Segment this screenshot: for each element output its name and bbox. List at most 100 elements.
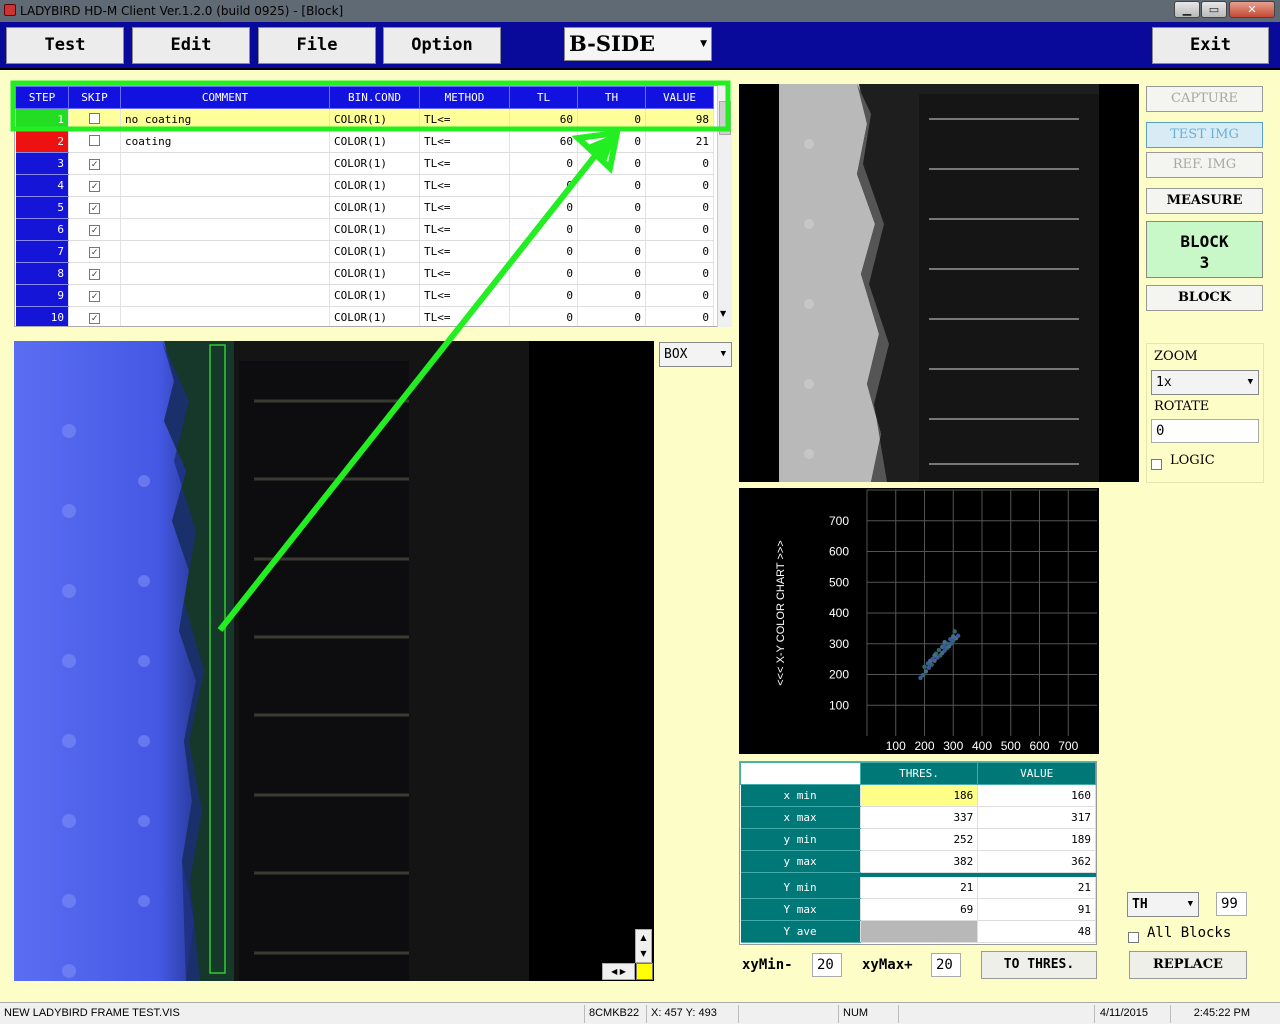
cell-comment[interactable]: coating bbox=[120, 130, 330, 153]
maximize-button[interactable]: ▭ bbox=[1201, 1, 1227, 18]
cell-tl[interactable]: 0 bbox=[509, 174, 578, 197]
cell-bin[interactable]: COLOR(1) bbox=[329, 174, 420, 197]
image-hscroll[interactable]: ◀ ▶ bbox=[602, 963, 635, 980]
all-blocks-checkbox[interactable] bbox=[1128, 928, 1139, 947]
cell-bin[interactable]: COLOR(1) bbox=[329, 152, 420, 175]
thres-cell-thres[interactable]: 337 bbox=[860, 806, 979, 829]
cell-th[interactable]: 0 bbox=[577, 284, 646, 307]
column-header[interactable]: SKIP bbox=[68, 86, 121, 109]
checkbox-checked-icon[interactable]: ✓ bbox=[89, 225, 100, 236]
cell-value[interactable]: 0 bbox=[645, 262, 714, 285]
column-header[interactable]: STEP bbox=[15, 86, 69, 109]
skip-checkbox-cell[interactable]: ✓ bbox=[68, 218, 121, 241]
grid-scrollbar[interactable]: ▼ bbox=[717, 85, 732, 327]
test-img-button[interactable]: TEST IMG bbox=[1146, 122, 1263, 148]
thres-cell-thres[interactable]: 382 bbox=[860, 850, 979, 873]
cell-comment[interactable] bbox=[120, 240, 330, 263]
cell-comment[interactable]: no coating bbox=[120, 108, 330, 131]
cell-bin[interactable]: COLOR(1) bbox=[329, 262, 420, 285]
cell-th[interactable]: 0 bbox=[577, 152, 646, 175]
skip-checkbox-cell[interactable] bbox=[68, 108, 121, 131]
cell-tl[interactable]: 0 bbox=[509, 306, 578, 326]
checkbox-checked-icon[interactable]: ✓ bbox=[89, 313, 100, 324]
cell-step[interactable]: 7 bbox=[15, 240, 69, 263]
to-thres-button[interactable]: TO THRES. bbox=[981, 951, 1097, 979]
cell-step[interactable]: 6 bbox=[15, 218, 69, 241]
cell-step[interactable]: 1 bbox=[15, 108, 69, 131]
checkbox-checked-icon[interactable]: ✓ bbox=[89, 247, 100, 258]
cell-bin[interactable]: COLOR(1) bbox=[329, 108, 420, 131]
scroll-thumb[interactable] bbox=[719, 101, 731, 135]
cell-bin[interactable]: COLOR(1) bbox=[329, 240, 420, 263]
cell-method[interactable]: TL<= bbox=[419, 108, 510, 131]
column-header[interactable]: COMMENT bbox=[120, 86, 330, 109]
skip-checkbox-cell[interactable] bbox=[68, 130, 121, 153]
th-value-input[interactable]: 99 bbox=[1216, 892, 1247, 916]
cell-tl[interactable]: 0 bbox=[509, 218, 578, 241]
cell-th[interactable]: 0 bbox=[577, 196, 646, 219]
replace-button[interactable]: REPLACE bbox=[1129, 951, 1247, 979]
scroll-down-icon[interactable]: ▼ bbox=[720, 309, 726, 318]
xymin-input[interactable]: 20 bbox=[812, 953, 842, 977]
step-row[interactable]: 1 no coating COLOR(1) TL<= 60 0 98 bbox=[15, 108, 714, 131]
column-header[interactable]: TH bbox=[577, 86, 646, 109]
logic-checkbox[interactable] bbox=[1151, 455, 1162, 474]
thres-cell-thres[interactable]: 69 bbox=[860, 898, 979, 921]
step-row[interactable]: 10 ✓ COLOR(1) TL<= 0 0 0 bbox=[15, 306, 714, 326]
step-row[interactable]: 7 ✓ COLOR(1) TL<= 0 0 0 bbox=[15, 240, 714, 263]
side-select[interactable]: B-SIDE ▼ bbox=[564, 27, 712, 61]
cell-comment[interactable] bbox=[120, 152, 330, 175]
skip-checkbox-cell[interactable]: ✓ bbox=[68, 196, 121, 219]
step-row[interactable]: 5 ✓ COLOR(1) TL<= 0 0 0 bbox=[15, 196, 714, 219]
rotate-input[interactable]: 0 bbox=[1151, 419, 1259, 443]
column-header[interactable]: TL bbox=[509, 86, 578, 109]
option-button[interactable]: Option bbox=[383, 27, 501, 64]
step-row[interactable]: 4 ✓ COLOR(1) TL<= 0 0 0 bbox=[15, 174, 714, 197]
measure-button[interactable]: MEASURE bbox=[1146, 188, 1263, 214]
cell-bin[interactable]: COLOR(1) bbox=[329, 218, 420, 241]
cell-bin[interactable]: COLOR(1) bbox=[329, 196, 420, 219]
cell-step[interactable]: 5 bbox=[15, 196, 69, 219]
skip-checkbox-cell[interactable]: ✓ bbox=[68, 240, 121, 263]
cell-tl[interactable]: 0 bbox=[509, 152, 578, 175]
checkbox-checked-icon[interactable]: ✓ bbox=[89, 291, 100, 302]
cell-method[interactable]: TL<= bbox=[419, 130, 510, 153]
file-button[interactable]: File bbox=[258, 27, 376, 64]
th-select[interactable]: TH ▼ bbox=[1127, 892, 1199, 917]
cell-method[interactable]: TL<= bbox=[419, 306, 510, 326]
cell-value[interactable]: 98 bbox=[645, 108, 714, 131]
all-blocks-checkbox-box[interactable] bbox=[1128, 932, 1139, 943]
cell-th[interactable]: 0 bbox=[577, 240, 646, 263]
close-button[interactable]: ✕ bbox=[1229, 1, 1275, 18]
step-row[interactable]: 2 coating COLOR(1) TL<= 60 0 21 bbox=[15, 130, 714, 153]
cell-th[interactable]: 0 bbox=[577, 174, 646, 197]
cell-value[interactable]: 0 bbox=[645, 306, 714, 326]
shape-select[interactable]: BOX ▼ bbox=[659, 342, 732, 367]
capture-button[interactable]: CAPTURE bbox=[1146, 86, 1263, 112]
cell-tl[interactable]: 0 bbox=[509, 262, 578, 285]
ref-img-button[interactable]: REF. IMG bbox=[1146, 152, 1263, 178]
thres-cell-thres[interactable] bbox=[860, 920, 979, 943]
exit-button[interactable]: Exit bbox=[1152, 27, 1269, 64]
cell-tl[interactable]: 60 bbox=[509, 130, 578, 153]
cell-step[interactable]: 9 bbox=[15, 284, 69, 307]
cell-value[interactable]: 0 bbox=[645, 218, 714, 241]
cell-th[interactable]: 0 bbox=[577, 218, 646, 241]
step-row[interactable]: 9 ✓ COLOR(1) TL<= 0 0 0 bbox=[15, 284, 714, 307]
cell-bin[interactable]: COLOR(1) bbox=[329, 130, 420, 153]
zoom-select[interactable]: 1x ▼ bbox=[1151, 370, 1259, 395]
skip-checkbox-cell[interactable]: ✓ bbox=[68, 306, 121, 326]
cell-th[interactable]: 0 bbox=[577, 108, 646, 131]
cell-th[interactable]: 0 bbox=[577, 306, 646, 326]
skip-checkbox-cell[interactable]: ✓ bbox=[68, 174, 121, 197]
checkbox-checked-icon[interactable]: ✓ bbox=[89, 269, 100, 280]
cell-th[interactable]: 0 bbox=[577, 262, 646, 285]
cell-step[interactable]: 3 bbox=[15, 152, 69, 175]
skip-checkbox-cell[interactable]: ✓ bbox=[68, 284, 121, 307]
cell-bin[interactable]: COLOR(1) bbox=[329, 284, 420, 307]
cell-method[interactable]: TL<= bbox=[419, 174, 510, 197]
cell-method[interactable]: TL<= bbox=[419, 196, 510, 219]
skip-checkbox-cell[interactable]: ✓ bbox=[68, 262, 121, 285]
cell-value[interactable]: 0 bbox=[645, 240, 714, 263]
cell-method[interactable]: TL<= bbox=[419, 152, 510, 175]
